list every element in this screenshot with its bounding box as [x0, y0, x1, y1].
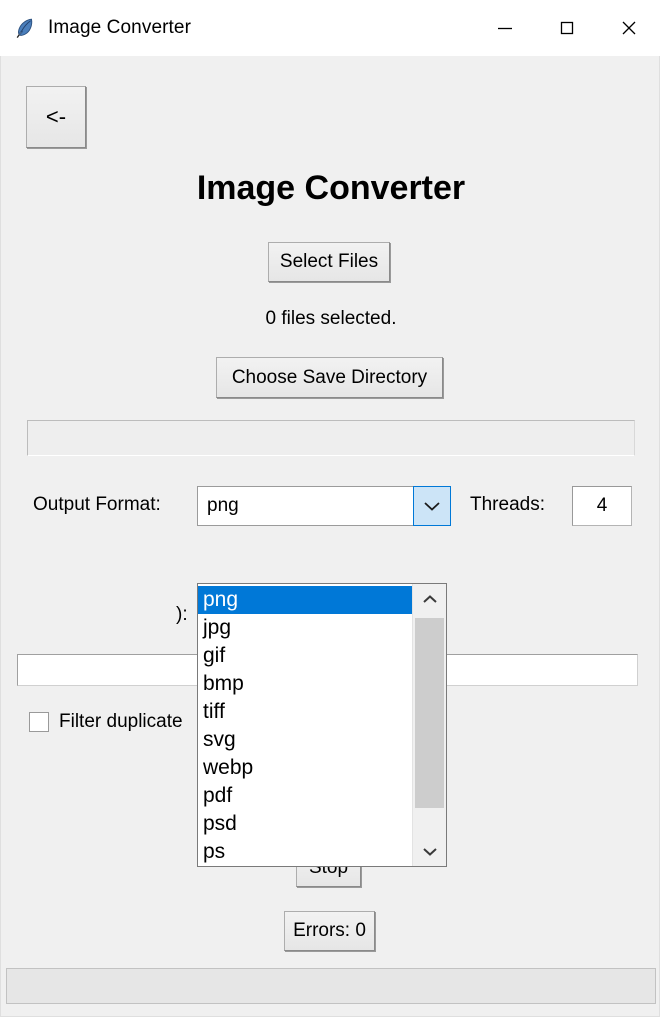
dropdown-option-psd[interactable]: psd — [198, 810, 412, 838]
choose-save-directory-button[interactable]: Choose Save Directory — [216, 357, 443, 398]
window-title: Image Converter — [48, 17, 192, 38]
filter-duplicates-checkbox[interactable] — [29, 712, 49, 732]
window-controls — [474, 0, 660, 56]
maximize-icon[interactable] — [536, 0, 598, 56]
dropdown-scrollbar[interactable] — [412, 584, 446, 866]
scroll-down-icon[interactable] — [413, 836, 446, 866]
filter-duplicates-row[interactable]: Filter duplicate — [29, 711, 183, 733]
feather-icon — [14, 16, 36, 40]
image-converter-window: Image Converter <- Image Converter Selec… — [0, 0, 660, 1017]
dropdown-option-jpg[interactable]: jpg — [198, 614, 412, 642]
back-button[interactable]: <- — [26, 86, 86, 148]
select-files-button[interactable]: Select Files — [268, 242, 390, 282]
minimize-icon[interactable] — [474, 0, 536, 56]
scroll-up-icon[interactable] — [413, 584, 446, 614]
errors-button[interactable]: Errors: 0 — [284, 911, 375, 951]
status-panel — [6, 968, 656, 1004]
output-format-label: Output Format: — [33, 494, 161, 515]
dropdown-option-gif[interactable]: gif — [198, 642, 412, 670]
dropdown-option-bmp[interactable]: bmp — [198, 670, 412, 698]
page-title: Image Converter — [196, 169, 466, 207]
conversion-progress-bar — [27, 420, 635, 456]
dropdown-option-webp[interactable]: webp — [198, 754, 412, 782]
dropdown-option-pdf[interactable]: pdf — [198, 782, 412, 810]
output-format-option-list[interactable]: png jpg gif bmp tiff svg webp pdf psd ps — [198, 584, 412, 866]
dropdown-option-png[interactable]: png — [198, 586, 412, 614]
output-format-dropdown-popup[interactable]: png jpg gif bmp tiff svg webp pdf psd ps — [197, 583, 447, 867]
close-icon[interactable] — [598, 0, 660, 56]
title-bar: Image Converter — [0, 0, 660, 57]
scrollbar-track[interactable] — [413, 614, 446, 836]
dropdown-option-tiff[interactable]: tiff — [198, 698, 412, 726]
filter-duplicates-label: Filter duplicate — [59, 711, 183, 732]
pattern-label: ): — [176, 604, 188, 625]
dropdown-option-svg[interactable]: svg — [198, 726, 412, 754]
files-selected-status: 0 files selected. — [265, 308, 397, 329]
threads-input[interactable]: 4 — [572, 486, 632, 526]
output-format-value: png — [207, 495, 239, 516]
dropdown-option-ps[interactable]: ps — [198, 838, 412, 866]
output-format-combobox[interactable]: png — [197, 486, 451, 526]
client-area: <- Image Converter Select Files 0 files … — [0, 56, 660, 1017]
threads-label: Threads: — [470, 494, 545, 515]
scrollbar-thumb[interactable] — [415, 618, 444, 808]
chevron-down-icon[interactable] — [413, 486, 451, 526]
